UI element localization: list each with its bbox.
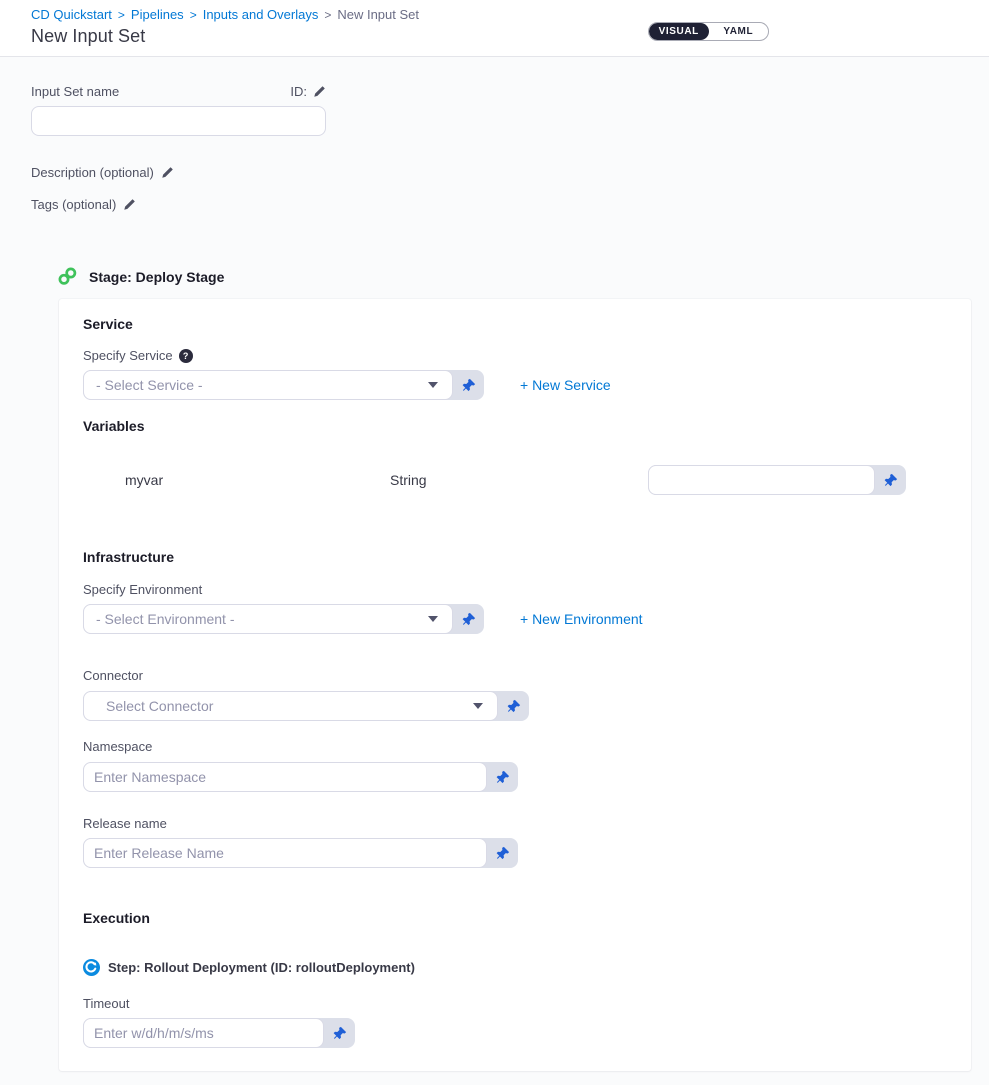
input-set-meta: Input Set name ID: Description (optional…: [0, 57, 989, 212]
specify-environment-label: Specify Environment: [83, 582, 202, 597]
toggle-yaml-button[interactable]: YAML: [709, 23, 769, 40]
variable-name: myvar: [125, 472, 390, 488]
runtime-pin-icon[interactable]: [498, 691, 529, 721]
connector-select[interactable]: Select Connector: [83, 691, 498, 721]
release-name-label: Release name: [83, 816, 167, 831]
variable-value-field[interactable]: [648, 465, 875, 495]
breadcrumb-link-cd-quickstart[interactable]: CD Quickstart: [31, 7, 112, 22]
new-service-link[interactable]: + New Service: [520, 377, 611, 393]
page-header: CD Quickstart > Pipelines > Inputs and Overl…: [0, 0, 989, 57]
input-set-form: Input Set name ID: Description (optional…: [0, 57, 989, 1071]
release-name-field-group: [83, 838, 518, 868]
connector-select-group: Select Connector: [83, 691, 529, 721]
stage-heading: Stage: Deploy Stage: [57, 267, 989, 286]
service-section-header: Service: [83, 316, 947, 332]
chevron-down-icon: [428, 382, 438, 388]
chevron-down-icon: [473, 703, 483, 709]
service-select[interactable]: - Select Service -: [83, 370, 453, 400]
environment-select-value: - Select Environment -: [96, 611, 428, 627]
variables-section-header: Variables: [83, 418, 947, 434]
runtime-pin-icon[interactable]: [453, 604, 484, 634]
rollout-step-icon: [83, 959, 100, 976]
chevron-down-icon: [428, 616, 438, 622]
input-set-name-field[interactable]: [31, 106, 326, 136]
tags-label: Tags (optional): [31, 197, 116, 212]
service-select-value: - Select Service -: [96, 377, 428, 393]
variable-row: myvar String: [125, 465, 947, 495]
edit-id-icon[interactable]: [313, 85, 326, 98]
connector-select-value: Select Connector: [106, 698, 473, 714]
page-title: New Input Set: [31, 26, 969, 47]
breadcrumb-separator: >: [118, 8, 125, 22]
breadcrumb-separator: >: [190, 8, 197, 22]
breadcrumb-link-inputs-and-overlays[interactable]: Inputs and Overlays: [203, 7, 319, 22]
timeout-field-group: [83, 1018, 355, 1048]
edit-description-icon[interactable]: [161, 166, 174, 179]
runtime-pin-icon[interactable]: [324, 1018, 355, 1048]
runtime-pin-icon[interactable]: [875, 465, 906, 495]
service-select-group: - Select Service -: [83, 370, 484, 400]
runtime-pin-icon[interactable]: [487, 762, 518, 792]
environment-select[interactable]: - Select Environment -: [83, 604, 453, 634]
id-label: ID:: [290, 84, 307, 99]
new-environment-link[interactable]: + New Environment: [520, 611, 643, 627]
namespace-field[interactable]: [83, 762, 487, 792]
release-name-field[interactable]: [83, 838, 487, 868]
environment-select-group: - Select Environment -: [83, 604, 484, 634]
step-heading: Step: Rollout Deployment (ID: rolloutDep…: [83, 959, 947, 976]
visual-yaml-toggle: VISUAL YAML: [648, 22, 769, 41]
breadcrumb-separator: >: [324, 8, 331, 22]
help-icon[interactable]: ?: [179, 349, 193, 363]
runtime-pin-icon[interactable]: [453, 370, 484, 400]
specify-service-label: Specify Service: [83, 348, 173, 363]
variable-value-group: [648, 465, 906, 495]
breadcrumb: CD Quickstart > Pipelines > Inputs and Overl…: [31, 7, 969, 23]
stage-inputs-card: Service Specify Service ? - Select Servi…: [59, 299, 971, 1071]
variable-type: String: [390, 472, 648, 488]
toggle-visual-button[interactable]: VISUAL: [649, 23, 709, 40]
description-label: Description (optional): [31, 165, 154, 180]
namespace-label: Namespace: [83, 739, 152, 754]
breadcrumb-link-pipelines[interactable]: Pipelines: [131, 7, 184, 22]
timeout-label: Timeout: [83, 996, 129, 1011]
input-set-name-label: Input Set name: [31, 84, 119, 99]
stage-label: Stage: Deploy Stage: [89, 269, 224, 285]
connector-label: Connector: [83, 668, 143, 683]
breadcrumb-current: New Input Set: [337, 7, 419, 22]
execution-section-header: Execution: [83, 910, 947, 926]
timeout-field[interactable]: [83, 1018, 324, 1048]
namespace-field-group: [83, 762, 518, 792]
step-label: Step: Rollout Deployment (ID: rolloutDep…: [108, 960, 415, 975]
runtime-pin-icon[interactable]: [487, 838, 518, 868]
cd-stage-icon: [57, 267, 78, 286]
infrastructure-section-header: Infrastructure: [83, 549, 947, 565]
edit-tags-icon[interactable]: [123, 198, 136, 211]
